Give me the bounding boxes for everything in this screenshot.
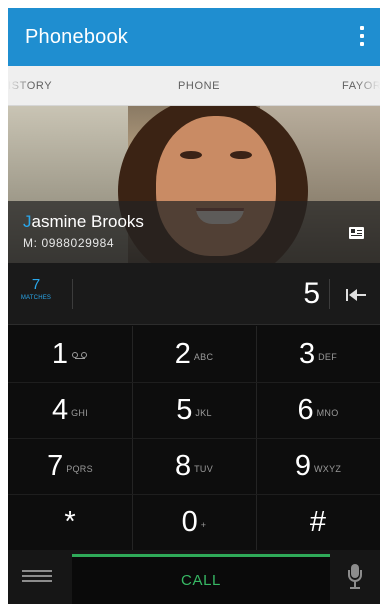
key-hash[interactable]: # xyxy=(256,494,380,550)
contact-card-icon[interactable] xyxy=(349,227,364,239)
key-6[interactable]: 6 MNO xyxy=(256,382,380,438)
phonebook-screen: Phonebook ISTORY PHONE FAYORI Jasmine Br… xyxy=(8,8,380,604)
key-3[interactable]: 3 DEF xyxy=(256,326,380,382)
key-letters: JKL xyxy=(195,408,212,418)
key-0[interactable]: 0 + xyxy=(132,494,256,550)
key-9[interactable]: 9 WXYZ xyxy=(256,438,380,494)
key-4[interactable]: 4 GHI xyxy=(8,382,132,438)
key-digit: 9 xyxy=(294,449,311,482)
key-letters: WXYZ xyxy=(313,464,342,474)
key-7[interactable]: 7 PQRS xyxy=(8,438,132,494)
key-letters: + xyxy=(200,520,207,530)
backspace-icon[interactable] xyxy=(346,287,368,303)
contact-info-overlay xyxy=(8,201,380,263)
keyboard-icon[interactable] xyxy=(22,566,64,588)
dial-keypad: 1 2 ABC 3 DEF 4 GHI 5 JKL 6 MNO 7 PQRS 8 xyxy=(8,326,380,550)
contact-photo-eye xyxy=(230,151,252,159)
app-title: Phonebook xyxy=(25,26,129,48)
matches-button[interactable]: 7 MATCHES xyxy=(8,276,64,302)
key-1[interactable]: 1 xyxy=(8,326,132,382)
key-digit: 3 xyxy=(298,337,316,370)
bottom-bar: CALL xyxy=(8,550,380,604)
tab-bar: ISTORY PHONE FAYORI xyxy=(8,66,380,106)
dial-input-row: 7 MATCHES 5 xyxy=(8,263,380,325)
key-5[interactable]: 5 JKL xyxy=(132,382,256,438)
key-star[interactable]: * xyxy=(8,494,132,550)
microphone-icon[interactable] xyxy=(347,564,363,590)
key-letters: GHI xyxy=(71,408,89,418)
contact-photo-eye xyxy=(180,151,202,159)
key-digit: # xyxy=(309,505,327,538)
divider xyxy=(72,279,73,309)
dialed-number[interactable]: 5 xyxy=(88,277,320,311)
overflow-menu-icon[interactable] xyxy=(352,22,372,52)
key-digit: 1 xyxy=(51,337,69,370)
key-2[interactable]: 2 ABC xyxy=(132,326,256,382)
key-letters: PQRS xyxy=(66,464,93,474)
tab-fade-right xyxy=(356,66,380,105)
call-label: CALL xyxy=(181,572,221,589)
key-digit: 0 xyxy=(181,505,198,538)
tab-fade-left xyxy=(8,66,32,105)
contact-name-match: J xyxy=(23,212,32,231)
voicemail-icon xyxy=(72,352,88,360)
key-digit: 2 xyxy=(174,337,191,370)
key-digit: * xyxy=(64,505,76,538)
contact-number: M: 0988029984 xyxy=(23,236,115,250)
key-letters: MNO xyxy=(316,408,339,418)
key-8[interactable]: 8 TUV xyxy=(132,438,256,494)
key-digit: 4 xyxy=(51,393,69,426)
app-bar: Phonebook xyxy=(8,8,380,66)
contact-name-rest: asmine Brooks xyxy=(31,212,144,231)
key-digit: 6 xyxy=(297,393,314,426)
key-letters: TUV xyxy=(194,464,214,474)
key-letters: ABC xyxy=(193,352,214,362)
matches-label: MATCHES xyxy=(20,295,52,301)
key-digit: 8 xyxy=(174,449,192,482)
matches-count: 7 xyxy=(31,276,41,293)
contact-match-card[interactable]: Jasmine Brooks M: 0988029984 xyxy=(8,106,380,263)
key-digit: 5 xyxy=(176,393,193,426)
contact-name: Jasmine Brooks xyxy=(23,212,144,232)
call-button[interactable]: CALL xyxy=(72,554,330,604)
divider xyxy=(329,279,330,309)
key-digit: 7 xyxy=(47,449,64,482)
tab-phone[interactable]: PHONE xyxy=(178,80,220,92)
key-letters: DEF xyxy=(318,352,338,362)
